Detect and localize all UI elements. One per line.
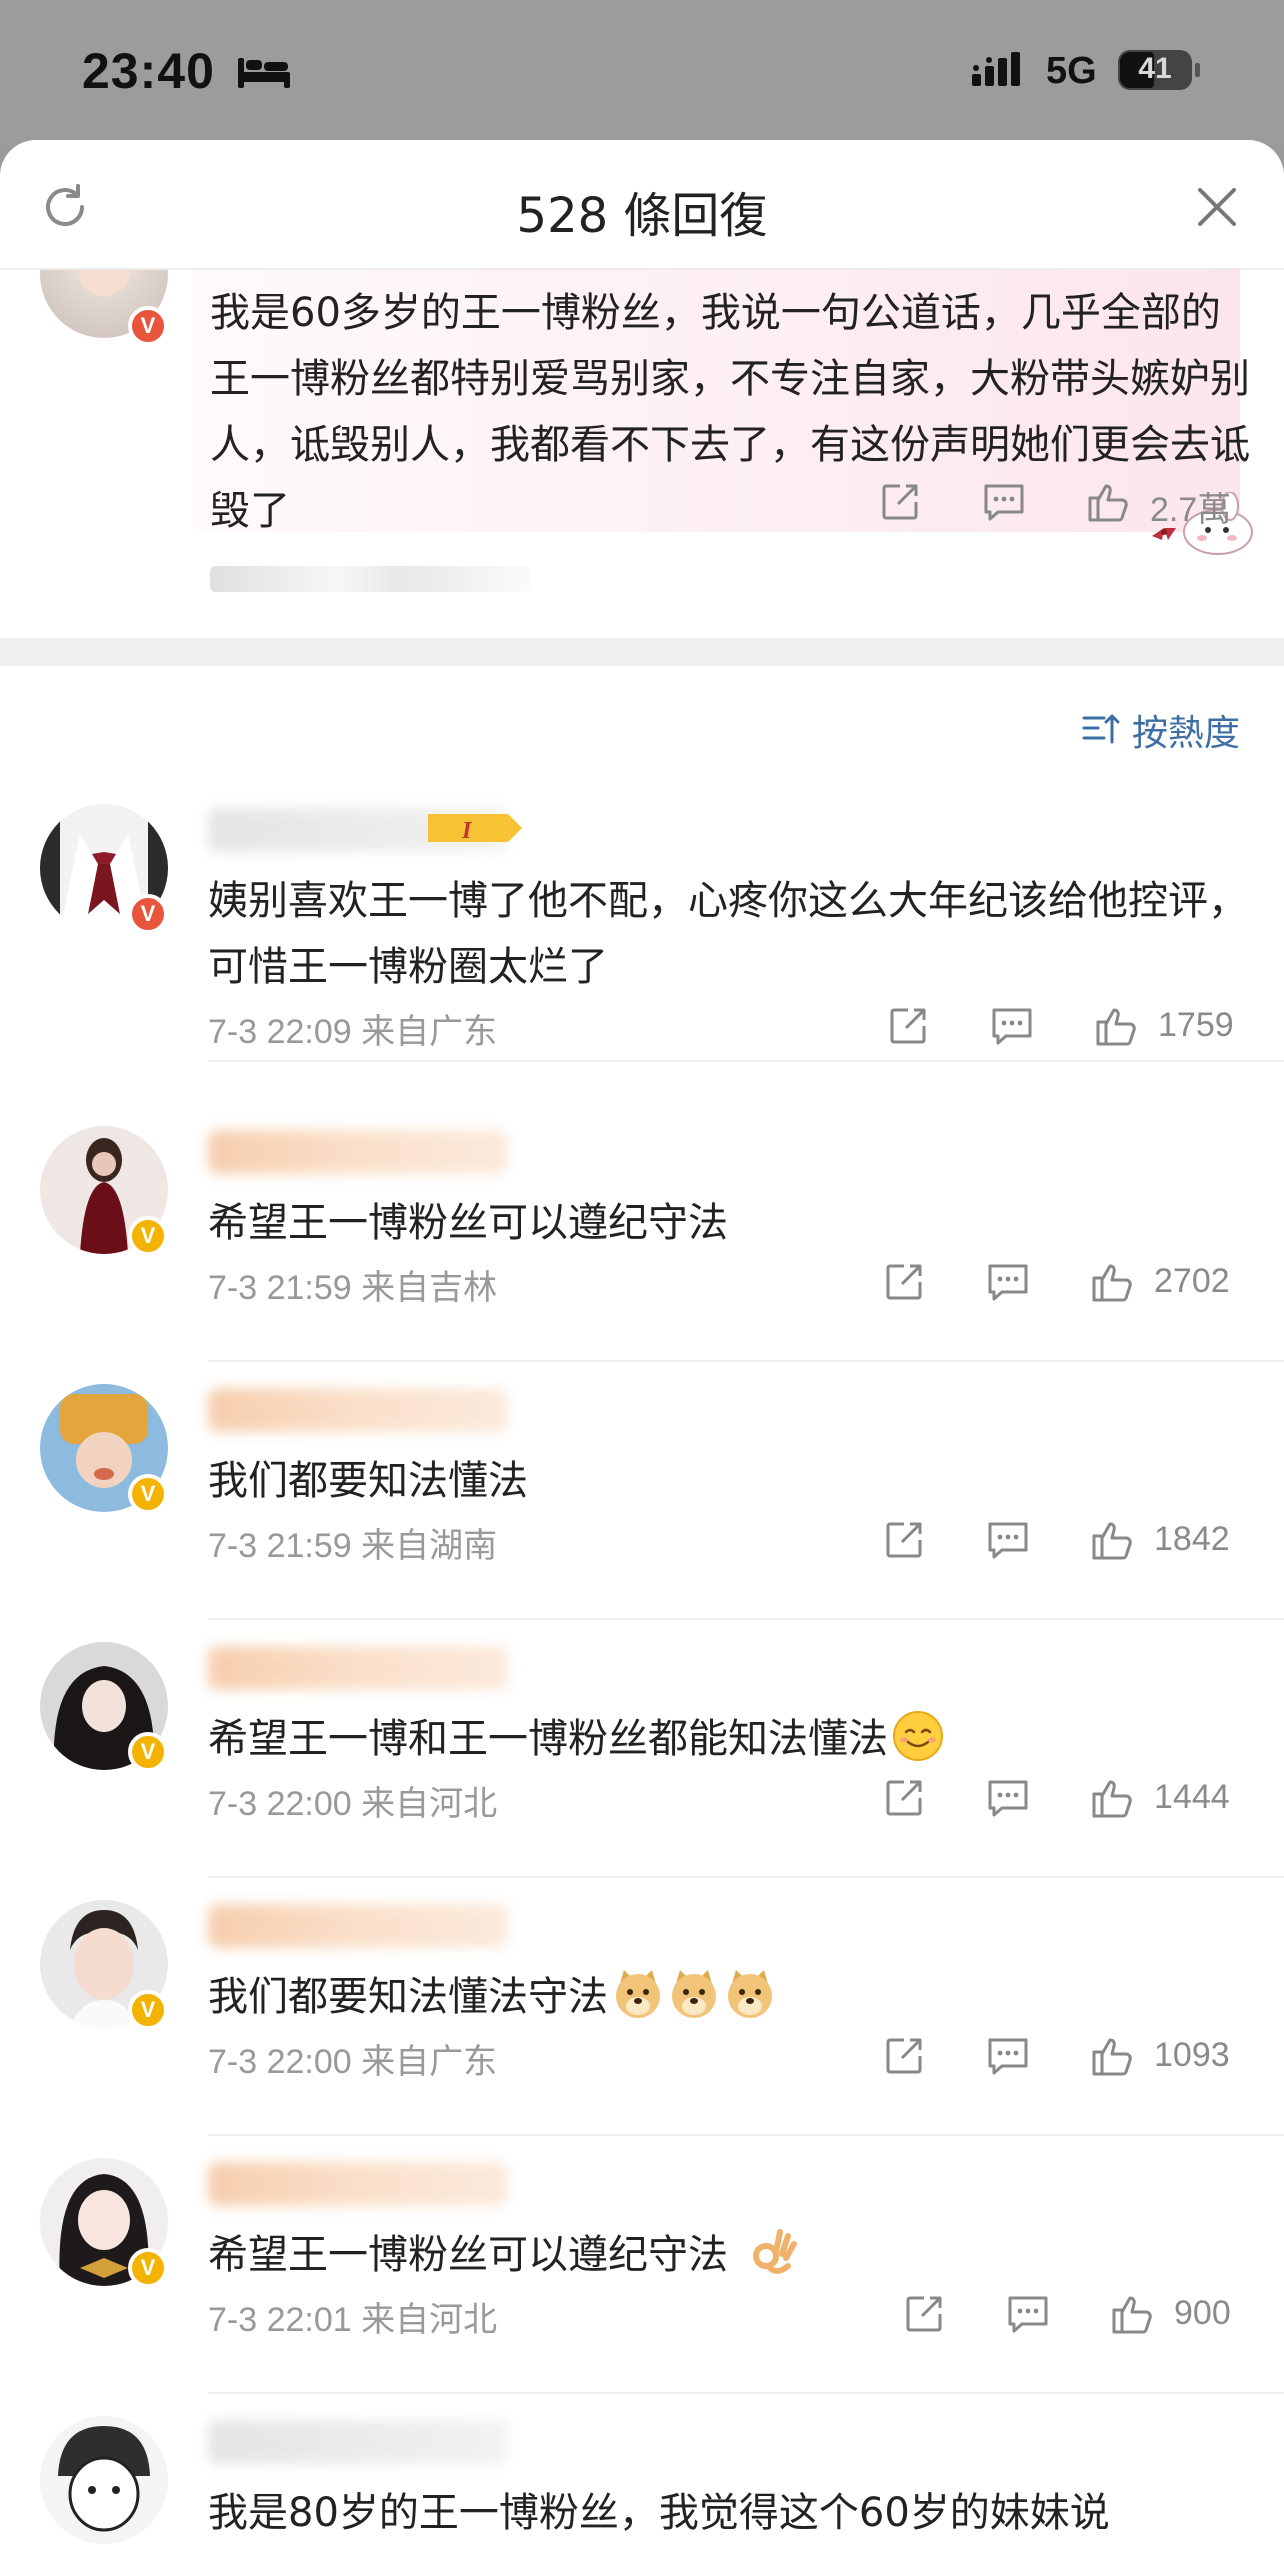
share-icon[interactable] — [878, 480, 922, 524]
comment-actions: 900 — [0, 2292, 1284, 2348]
comment-text-body: 希望王一博粉丝可以遵纪守法 — [208, 2232, 728, 2278]
doge-emoji-icon — [728, 1970, 772, 2018]
sort-label: 按熱度 — [1132, 713, 1241, 754]
comment-icon[interactable] — [982, 480, 1026, 524]
share-icon[interactable] — [886, 1004, 930, 1048]
comment-divider — [208, 1618, 1284, 1620]
comment-actions: 1093 — [0, 2034, 1284, 2090]
battery-level: 41 — [1138, 52, 1172, 85]
verified-badge-icon: V — [128, 2248, 168, 2288]
comment-text: 希望王一博和王一博粉丝都能知法懂法 — [208, 1706, 1258, 1772]
doge-emoji-icon — [672, 1970, 716, 2018]
like-icon[interactable] — [1086, 480, 1130, 524]
comment-icon[interactable] — [1006, 2292, 1050, 2336]
avatar[interactable] — [40, 2416, 168, 2544]
like-count: 1842 — [1154, 1520, 1230, 1558]
comment-actions: 1759 — [0, 1004, 1284, 1060]
verified-badge-icon: V — [128, 894, 168, 934]
section-divider — [0, 638, 1284, 666]
like-count: 2.7萬 — [1150, 491, 1232, 529]
comment-text: 我是80岁的王一博粉丝，我觉得这个60岁的妹妹说 — [208, 2490, 1110, 2536]
sheet-header: 528 條回復 — [0, 140, 1284, 270]
verified-badge-icon: V — [128, 1474, 168, 1514]
username-blurred — [208, 1388, 508, 1432]
ok-hand-emoji-icon — [753, 2229, 797, 2274]
comment-actions: 1444 — [0, 1776, 1284, 1832]
replies-sheet: 528 條回復 V 我是60多岁的王一博粉丝，我说一句公道话，几乎全部的王一博粉… — [0, 140, 1284, 2563]
like-count: 2702 — [1154, 1262, 1230, 1300]
share-icon[interactable] — [882, 2034, 926, 2078]
level-badge-icon: I — [428, 814, 522, 844]
username-blurred — [208, 1904, 508, 1948]
share-icon[interactable] — [882, 1260, 926, 1304]
verified-badge-icon: V — [128, 306, 168, 346]
like-icon[interactable] — [1110, 2292, 1154, 2336]
like-count: 1093 — [1154, 2036, 1230, 2074]
comment-icon[interactable] — [986, 2034, 1030, 2078]
comment-divider — [208, 1360, 1284, 1362]
svg-text:I: I — [461, 818, 473, 844]
like-icon[interactable] — [1090, 2034, 1134, 2078]
network-type: 5G — [1046, 50, 1097, 92]
doge-emoji-icon — [616, 1970, 660, 2018]
comment-text: 希望王一博粉丝可以遵纪守法 — [208, 2222, 1258, 2288]
comment-item: V 希望王一博粉丝可以遵纪守法 7-3 22:01 来自河北 900 — [0, 2158, 1284, 2416]
comment-item: V 我们都要知法懂法 7-3 21:59 来自湖南 1842 — [0, 1384, 1284, 1642]
like-count: 900 — [1174, 2294, 1231, 2332]
status-time: 23:40 — [82, 43, 215, 99]
share-icon[interactable] — [882, 1518, 926, 1562]
comment-text: 我们都要知法懂法 — [208, 1458, 528, 1504]
like-icon[interactable] — [1090, 1776, 1134, 1820]
share-icon[interactable] — [882, 1776, 926, 1820]
comment-icon[interactable] — [986, 1776, 1030, 1820]
comment-divider — [208, 2134, 1284, 2136]
comment-text: 希望王一博粉丝可以遵纪守法 — [208, 1200, 728, 1246]
sort-icon — [1082, 714, 1120, 744]
comment-actions: 2702 — [0, 1260, 1284, 1316]
comment-text: 姨别喜欢王一博了他不配，心疼你这么大年纪该给他控评，可惜王一博粉圈太烂了 — [208, 878, 1248, 990]
status-bar: 23:40 5G 41 — [0, 0, 1284, 140]
comment-divider — [208, 1060, 1284, 1062]
verified-badge-icon: V — [128, 1732, 168, 1772]
like-count: 1759 — [1158, 1006, 1234, 1044]
comment-actions: 1842 — [0, 1518, 1284, 1574]
username-blurred — [208, 1130, 508, 1174]
sleep-focus-icon — [238, 58, 290, 88]
comment-item: V 希望王一博粉丝可以遵纪守法 7-3 21:59 来自吉林 2702 — [0, 1126, 1284, 1384]
comment-text-body: 希望王一博和王一博粉丝都能知法懂法 — [208, 1716, 888, 1762]
comment-item: V 希望王一博和王一博粉丝都能知法懂法 7-3 22:00 来自河北 1444 — [0, 1642, 1284, 1900]
username-blurred — [208, 1646, 508, 1690]
verified-badge-icon: V — [128, 1990, 168, 2030]
battery-icon: 41 — [1118, 50, 1200, 90]
original-comment: V 我是60多岁的王一博粉丝，我说一句公道话，几乎全部的王一博粉丝都特别爱骂别家… — [0, 210, 1284, 638]
comment-icon[interactable] — [986, 1260, 1030, 1304]
username-blurred — [208, 2420, 508, 2464]
comment-item: V I 姨别喜欢王一博了他不配，心疼你这么大年纪该给他控评，可惜王一博粉圈太烂了… — [0, 804, 1284, 1062]
comment-icon[interactable] — [990, 1004, 1034, 1048]
comment-text: 我们都要知法懂法守法 — [208, 1964, 1258, 2030]
comment-item: V 我们都要知法懂法守法 7-3 22:00 来自广东 1093 — [0, 1900, 1284, 2158]
replies-title: 528 條回復 — [516, 188, 768, 244]
like-icon[interactable] — [1090, 1518, 1134, 1562]
comment-item: 我是80岁的王一博粉丝，我觉得这个60岁的妹妹说 — [0, 2416, 1284, 2563]
verified-badge-icon: V — [128, 1216, 168, 1256]
close-icon[interactable] — [1194, 184, 1240, 230]
comment-divider — [208, 2392, 1284, 2394]
smile-emoji-icon — [893, 1711, 943, 1761]
comment-divider — [208, 1876, 1284, 1878]
like-icon[interactable] — [1090, 1260, 1134, 1304]
like-icon[interactable] — [1094, 1004, 1138, 1048]
signal-strength-icon — [972, 52, 1020, 86]
like-count: 1444 — [1154, 1778, 1230, 1816]
comment-text-body: 我们都要知法懂法守法 — [208, 1974, 608, 2020]
blurred-meta — [210, 566, 530, 592]
comment-actions: 2.7萬 — [0, 480, 1284, 536]
username-blurred — [208, 2162, 508, 2206]
comment-icon[interactable] — [986, 1518, 1030, 1562]
share-icon[interactable] — [902, 2292, 946, 2336]
